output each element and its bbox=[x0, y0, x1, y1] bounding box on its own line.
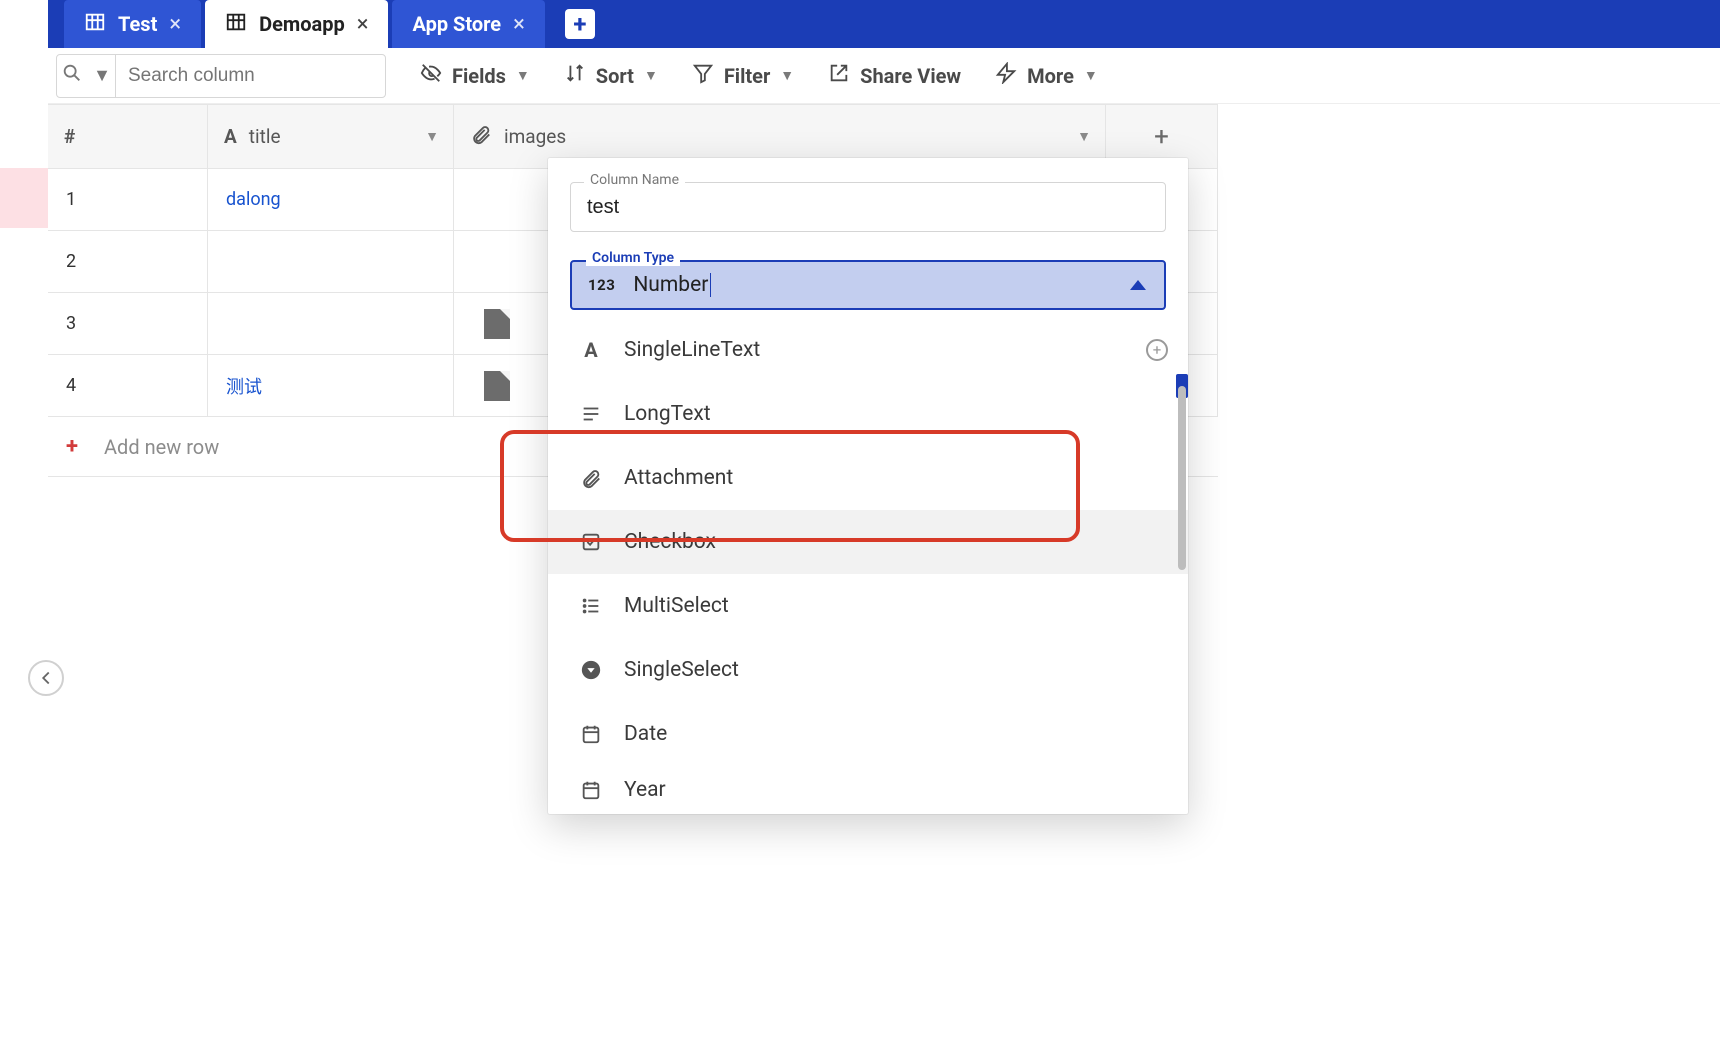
column-type-label: Column Type bbox=[586, 250, 680, 266]
column-type-list: A SingleLineText + LongText Attachment C… bbox=[548, 318, 1188, 814]
table-icon bbox=[84, 11, 106, 38]
sidebar-collapse-button[interactable] bbox=[28, 660, 64, 696]
chevron-down-icon: ▼ bbox=[93, 65, 111, 86]
plus-icon: + bbox=[66, 434, 78, 459]
attachment-icon bbox=[578, 467, 604, 489]
search-icon bbox=[61, 62, 83, 89]
scrollbar-thumb[interactable] bbox=[1178, 386, 1186, 570]
dropdown-icon bbox=[578, 659, 604, 681]
calendar-icon bbox=[578, 723, 604, 745]
tab-label: Test bbox=[118, 12, 157, 36]
close-icon[interactable]: × bbox=[357, 12, 369, 37]
column-header-index[interactable]: # bbox=[48, 105, 208, 168]
tab-bar: Test × Demoapp × App Store × + bbox=[48, 0, 1720, 48]
more-button[interactable]: More ▼ bbox=[995, 62, 1098, 89]
tab-demoapp[interactable]: Demoapp × bbox=[205, 0, 388, 48]
chevron-down-icon[interactable]: ▼ bbox=[425, 128, 439, 145]
column-type-select[interactable]: Column Type 123 Number bbox=[570, 260, 1166, 310]
chevron-down-icon: ▼ bbox=[1084, 67, 1098, 84]
type-option-year[interactable]: Year bbox=[548, 766, 1188, 814]
column-name-label: Column Name bbox=[584, 172, 685, 188]
type-option-date[interactable]: Date bbox=[548, 702, 1188, 766]
share-view-button[interactable]: Share View bbox=[828, 62, 961, 89]
close-icon[interactable]: × bbox=[513, 12, 525, 37]
bolt-icon bbox=[995, 62, 1017, 89]
text-cursor bbox=[710, 273, 711, 297]
close-icon[interactable]: × bbox=[169, 12, 181, 37]
chevron-down-icon: ▼ bbox=[780, 67, 794, 84]
plus-circle-icon[interactable]: + bbox=[1146, 339, 1168, 361]
eye-off-icon bbox=[420, 62, 442, 89]
text-type-icon: A bbox=[224, 125, 237, 148]
longtext-icon bbox=[578, 403, 604, 425]
chevron-down-icon: ▼ bbox=[644, 67, 658, 84]
type-option-singlelinetext[interactable]: A SingleLineText + bbox=[548, 318, 1188, 382]
list-icon bbox=[578, 595, 604, 617]
checkbox-icon bbox=[578, 531, 604, 553]
tab-appstore[interactable]: App Store × bbox=[392, 0, 544, 48]
chevron-down-icon[interactable]: ▼ bbox=[1077, 128, 1091, 145]
calendar-icon bbox=[578, 779, 604, 801]
external-link-icon bbox=[828, 62, 850, 89]
type-option-multiselect[interactable]: MultiSelect bbox=[548, 574, 1188, 638]
fields-button[interactable]: Fields ▼ bbox=[420, 62, 530, 89]
text-type-icon: A bbox=[578, 338, 604, 362]
table-icon bbox=[225, 11, 247, 38]
attachment-icon bbox=[470, 123, 492, 150]
chevron-down-icon: ▼ bbox=[516, 67, 530, 84]
type-option-singleselect[interactable]: SingleSelect bbox=[548, 638, 1188, 702]
type-option-attachment[interactable]: Attachment bbox=[548, 446, 1188, 510]
view-toolbar: ▼ Fields ▼ Sort ▼ Filter ▼ Share View bbox=[48, 48, 1720, 104]
sort-icon bbox=[564, 62, 586, 89]
search-input[interactable] bbox=[116, 65, 385, 87]
number-type-icon: 123 bbox=[588, 276, 615, 294]
tab-label: Demoapp bbox=[259, 12, 345, 36]
tab-label: App Store bbox=[412, 12, 501, 36]
type-option-longtext[interactable]: LongText bbox=[548, 382, 1188, 446]
filter-button[interactable]: Filter ▼ bbox=[692, 62, 794, 89]
sidebar-highlight bbox=[0, 168, 48, 228]
column-header-title[interactable]: A title ▼ bbox=[208, 105, 454, 168]
file-icon[interactable] bbox=[484, 371, 510, 401]
column-config-popup: Column Name Column Type 123 Number A Sin… bbox=[548, 158, 1188, 814]
add-tab-button[interactable]: + bbox=[565, 9, 595, 39]
tab-test[interactable]: Test × bbox=[64, 0, 201, 48]
chevron-up-icon bbox=[1130, 280, 1146, 290]
type-option-checkbox[interactable]: Checkbox bbox=[548, 510, 1188, 574]
filter-icon bbox=[692, 62, 714, 89]
file-icon[interactable] bbox=[484, 309, 510, 339]
search-column-box[interactable]: ▼ bbox=[56, 54, 386, 98]
column-name-input[interactable] bbox=[570, 182, 1166, 232]
sort-button[interactable]: Sort ▼ bbox=[564, 62, 658, 89]
